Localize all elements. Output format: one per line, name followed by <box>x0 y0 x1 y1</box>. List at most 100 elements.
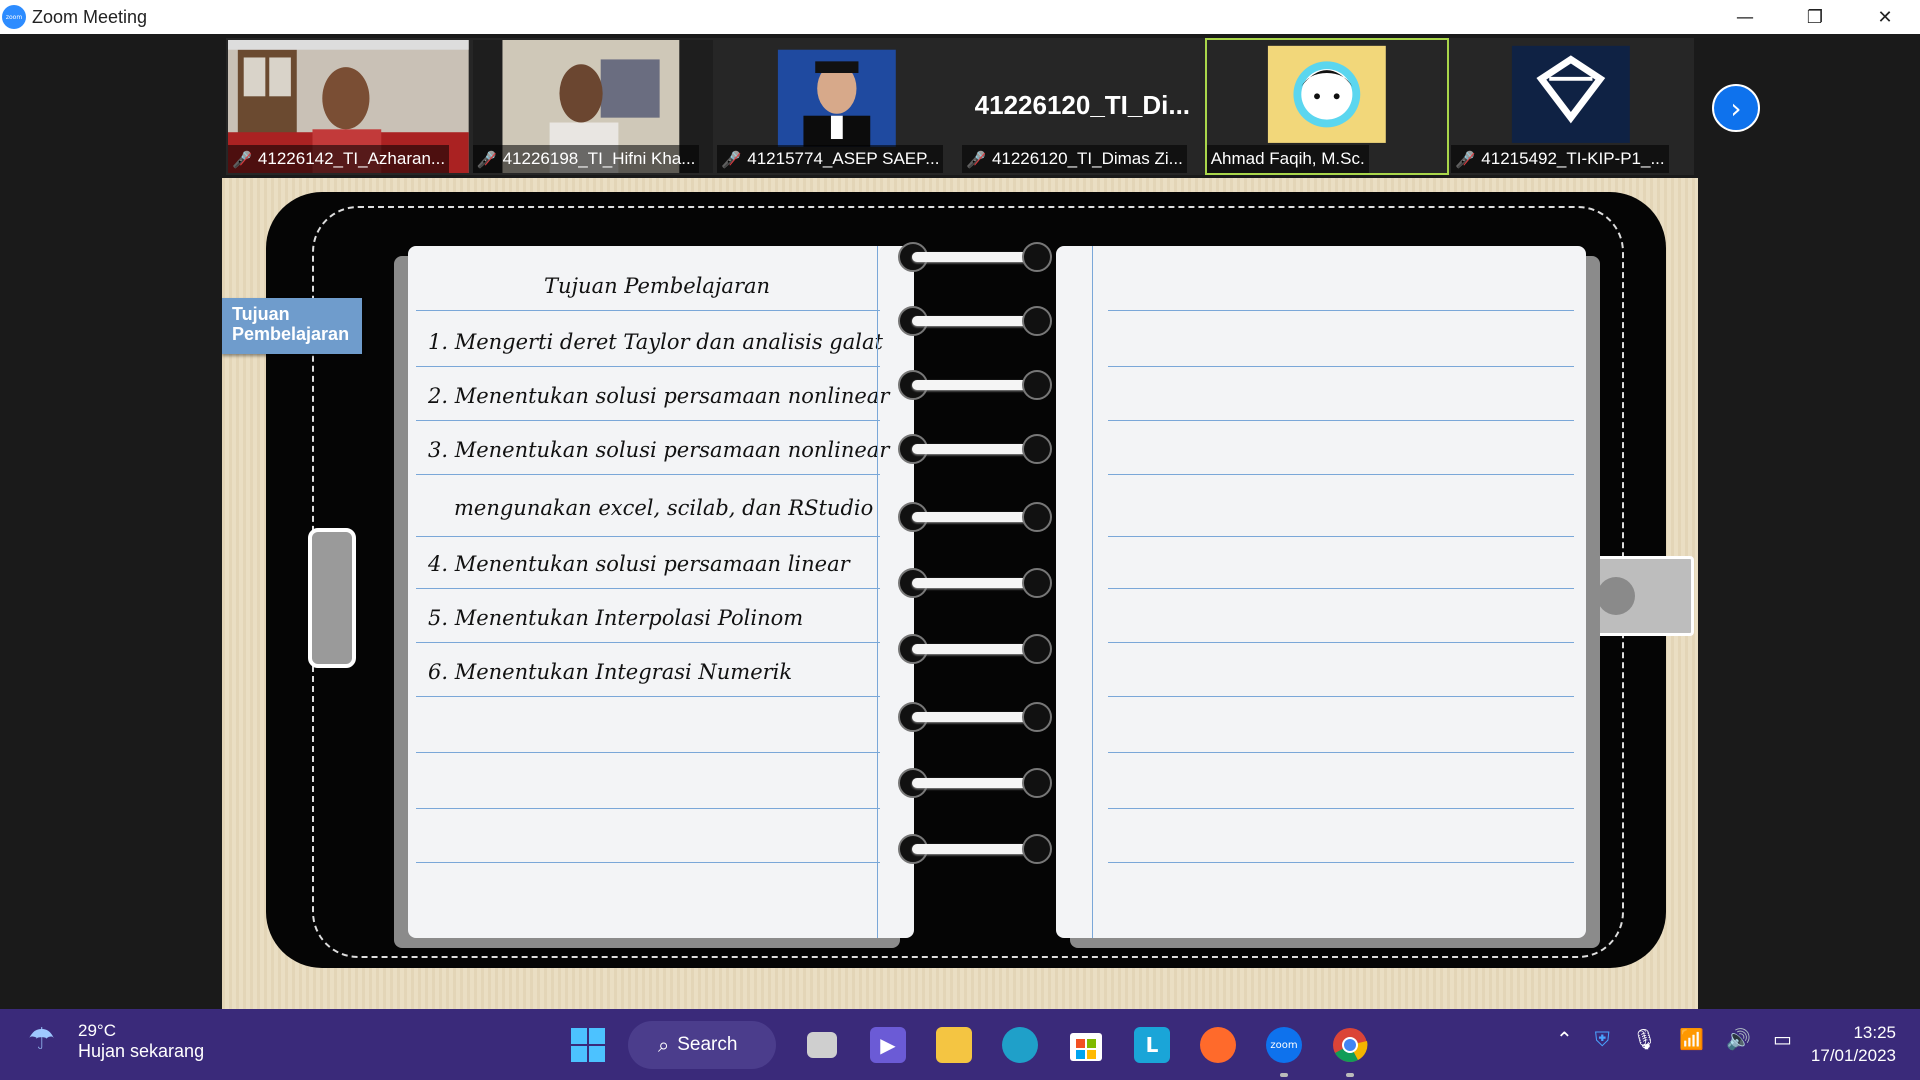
ruled-line <box>1108 752 1574 753</box>
running-indicator <box>1280 1073 1288 1077</box>
battery-icon[interactable]: ▭ <box>1773 1027 1792 1051</box>
ruled-line <box>416 310 880 311</box>
taskbar-search[interactable]: ⌕ Search <box>628 1021 776 1069</box>
taskbar-clock[interactable]: 13:25 17/01/2023 <box>1811 1021 1896 1067</box>
zoom-icon: zoom <box>1266 1027 1302 1063</box>
objective-item: mengunakan excel, scilab, dan RStudio <box>454 496 874 520</box>
weather-temperature: 29°C <box>78 1021 116 1040</box>
ruled-line <box>1108 310 1574 311</box>
task-view-icon <box>807 1032 837 1058</box>
muted-mic-icon: 🎤̸ <box>966 149 986 169</box>
objective-item: 2. Menentukan solusi persamaan nonlinear <box>428 384 890 408</box>
zoom-app-icon: zoom <box>2 5 26 29</box>
ruled-line <box>416 420 880 421</box>
clock-time: 13:25 <box>1853 1023 1896 1042</box>
meeting-area: 🎤̸ 41226142_TI_Azharan... 🎤̸ 41226198_TI… <box>0 34 1920 1009</box>
participant-tile[interactable]: 🎤̸ 41226198_TI_Hifni Kha... <box>470 38 716 175</box>
spiral-ring <box>898 306 1052 336</box>
edge-icon <box>1002 1027 1038 1063</box>
ruled-line <box>416 588 880 589</box>
spiral-ring <box>898 634 1052 664</box>
notebook-binder: Tujuan Pembelajaran 1. Mengerti deret Ta… <box>266 192 1694 968</box>
muted-mic-icon: 🎤̸ <box>721 149 742 169</box>
title-bar: zoom Zoom Meeting — ❐ ✕ <box>0 0 1920 34</box>
task-view-button[interactable] <box>796 1019 848 1071</box>
muted-mic-icon: 🎤̸ <box>476 149 497 169</box>
objective-item: 5. Menentukan Interpolasi Polinom <box>428 606 804 630</box>
participant-name: Ahmad Faqih, M.Sc. <box>1210 149 1365 168</box>
next-page-button[interactable]: › <box>1712 84 1760 132</box>
participant-tile[interactable]: 🎤̸ 41226142_TI_Azharan... <box>226 38 471 175</box>
clock-date: 17/01/2023 <box>1810 1046 1896 1065</box>
participant-big-name: 41226120_TI_Di... <box>974 90 1191 120</box>
chat-button[interactable]: ▶ <box>862 1019 914 1071</box>
participant-name: 41226120_TI_Dimas Zi... <box>991 149 1183 168</box>
search-icon: ⌕ <box>658 1033 670 1057</box>
spiral-ring <box>898 370 1052 400</box>
minimize-button[interactable]: — <box>1710 0 1780 34</box>
chrome-icon <box>1333 1028 1368 1062</box>
spiral-ring <box>898 434 1052 464</box>
page-heading: Tujuan Pembelajaran <box>544 274 771 298</box>
ruled-line <box>1108 808 1574 809</box>
running-indicator <box>1346 1073 1354 1077</box>
objective-item: 3. Menentukan solusi persamaan nonlinear <box>428 438 890 462</box>
spiral-ring <box>898 768 1052 798</box>
umbrella-rain-icon: ☂ <box>28 1021 55 1057</box>
close-button[interactable]: ✕ <box>1850 0 1920 34</box>
ruled-line <box>416 536 880 537</box>
participant-name: 41215774_ASEP SAEP... <box>747 149 940 168</box>
system-tray: ⌃ ⛨ 🎙 📶 🔊 ▭ <box>1556 1027 1814 1051</box>
spiral-ring <box>898 702 1052 732</box>
binder-left-clasp <box>308 528 356 668</box>
ruled-line <box>1108 862 1574 863</box>
participant-name: 41226198_TI_Hifni Kha... <box>502 149 696 168</box>
participant-tile-active-speaker[interactable]: Ahmad Faqih, M.Sc. <box>1204 38 1450 175</box>
muted-mic-icon: 🎤̸ <box>232 149 252 169</box>
ruled-line <box>416 808 880 809</box>
participant-name: 41226142_TI_Azharan... <box>257 149 446 168</box>
chat-icon: ▶ <box>870 1027 906 1063</box>
windows-start-icon <box>571 1028 605 1062</box>
zoom-button[interactable]: zoom <box>1258 1019 1310 1077</box>
weather-widget[interactable]: ☂ 29°C Hujan sekarang <box>28 1021 204 1062</box>
search-label: Search <box>677 1034 738 1055</box>
muted-mic-icon: 🎤̸ <box>1455 149 1476 169</box>
participant-tile[interactable]: 🎤̸ 41215774_ASEP SAEP... <box>715 38 961 175</box>
folder-icon <box>936 1027 972 1063</box>
wifi-icon[interactable]: 📶 <box>1679 1027 1704 1051</box>
notebook-left-page: Tujuan Pembelajaran 1. Mengerti deret Ta… <box>408 246 914 938</box>
edge-button[interactable] <box>994 1019 1046 1071</box>
security-shield-icon[interactable]: ⛨ <box>1595 1027 1610 1051</box>
firefox-button[interactable] <box>1192 1019 1244 1071</box>
chrome-button[interactable] <box>1324 1019 1376 1077</box>
file-explorer-button[interactable] <box>928 1019 980 1071</box>
ruled-line <box>416 696 880 697</box>
spiral-ring <box>898 242 1052 272</box>
windows-taskbar: ☂ 29°C Hujan sekarang ⌕ Search ▶ L zoom ⌃… <box>0 1009 1920 1080</box>
start-button[interactable] <box>562 1019 614 1071</box>
ruled-line <box>1108 366 1574 367</box>
window-controls: — ❐ ✕ <box>1710 0 1920 34</box>
restore-button[interactable]: ❐ <box>1780 0 1850 34</box>
ruled-line <box>1108 536 1574 537</box>
participant-name-bar: 🎤̸ 41226142_TI_Azharan... <box>228 145 450 173</box>
chevron-up-icon[interactable]: ⌃ <box>1556 1027 1573 1051</box>
store-button[interactable] <box>1060 1019 1112 1071</box>
clasp-knob <box>1597 577 1635 615</box>
ruled-line <box>416 642 880 643</box>
microphone-icon[interactable]: 🎙 <box>1632 1027 1657 1051</box>
window-title: Zoom Meeting <box>32 6 148 27</box>
chevron-right-icon: › <box>1730 91 1742 125</box>
volume-icon[interactable]: 🔊 <box>1726 1027 1751 1051</box>
objective-item: 6. Menentukan Integrasi Numerik <box>428 660 793 684</box>
participant-name-bar: 🎤̸ 41215492_TI-KIP-P1_... <box>1451 145 1669 173</box>
objective-item: 4. Menentukan solusi persamaan linear <box>428 552 850 576</box>
participant-tile[interactable]: 41226120_TI_Di... 🎤̸ 41226120_TI_Dimas Z… <box>960 38 1205 175</box>
taskbar-apps: ⌕ Search ▶ L zoom <box>562 1019 1390 1077</box>
l-app-button[interactable]: L <box>1126 1019 1178 1071</box>
participant-name-bar: 🎤̸ 41226120_TI_Dimas Zi... <box>962 145 1187 173</box>
participant-tile[interactable]: 🎤̸ 41215492_TI-KIP-P1_... <box>1449 38 1695 175</box>
participant-strip: 🎤̸ 41226142_TI_Azharan... 🎤̸ 41226198_TI… <box>226 38 1695 175</box>
firefox-icon <box>1200 1027 1236 1063</box>
